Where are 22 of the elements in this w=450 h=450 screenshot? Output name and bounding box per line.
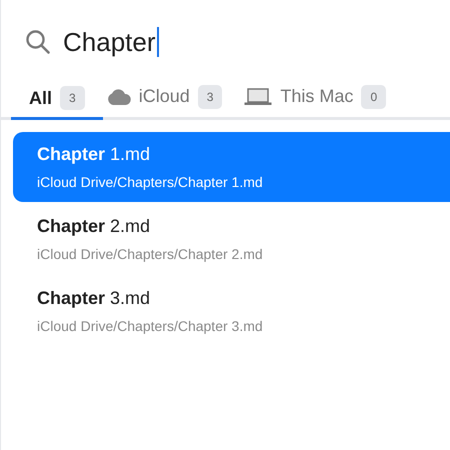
count-badge: 3 [60,86,85,110]
file-path: iCloud Drive/Chapters/Chapter 1.md [37,173,264,192]
tab-label: iCloud [138,85,190,108]
count-badge: 3 [198,84,222,108]
filter-tab[interactable]: This Mac 0 [244,79,386,117]
filter-tab[interactable]: All 3 [11,82,103,120]
search-field[interactable]: Chapter [63,26,158,58]
tab-label: This Mac [280,85,354,108]
result-row[interactable]: Chapter 2.md iCloud Drive/Chapters/Chapter 2.md [13,204,438,274]
search-icon [25,29,51,55]
result-row[interactable]: Chapter 1.md iCloud Drive/Chapters/Chapter 1.md [13,132,450,202]
file-path: iCloud Drive/Chapters/Chapter 3.md [37,317,264,336]
file-name: Chapter 2.md [37,215,152,238]
file-path: iCloud Drive/Chapters/Chapter 2.md [37,245,264,264]
tab-label: All [29,86,52,110]
cloud-icon [106,88,131,104]
count-badge: 0 [361,84,386,108]
filter-tab[interactable]: iCloud 3 [106,79,222,117]
file-name: Chapter 3.md [37,287,152,310]
result-row[interactable]: Chapter 3.md iCloud Drive/Chapters/Chapter 3.md [13,276,438,346]
file-name: Chapter 1.md [37,143,152,166]
laptop-icon [244,88,272,106]
